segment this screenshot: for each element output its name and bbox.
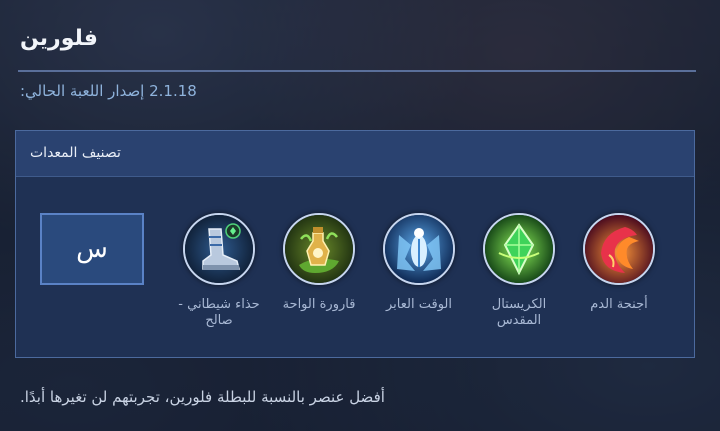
equipment-panel-header: تصنيف المعدات [16, 131, 694, 177]
panel-title-container: تصنيف المعدات [30, 145, 121, 161]
equipment-item-label: أجنحة الدم [590, 297, 648, 312]
oasis-vial-icon [283, 213, 355, 285]
game-version-text: 2.1.18 إصدار اللعبة الحالي: [20, 82, 197, 100]
equipment-item-blood-wings[interactable]: أجنحة الدم [574, 213, 664, 313]
equipment-item-oasis-vial[interactable]: قارورة الواحة [274, 213, 364, 313]
blood-wings-icon [583, 213, 655, 285]
equipment-item-fleeting-time[interactable]: الوقت العابر [374, 213, 464, 313]
fleeting-time-icon [383, 213, 455, 285]
hero-build-description: أفضل عنصر بالنسبة للبطلة فلورين، تجربتهم… [20, 388, 385, 406]
title-divider [18, 70, 696, 72]
equipment-panel-title: تصنيف المعدات [30, 145, 121, 161]
page-title-container: فلورين [20, 26, 98, 51]
holy-crystal-icon [483, 213, 555, 285]
equipment-item-holy-crystal[interactable]: الكريستال المقدس [474, 213, 564, 329]
page-title: فلورين [20, 26, 98, 51]
equipment-item-label: الكريستال المقدس [491, 297, 547, 328]
build-slot-button[interactable]: س [40, 213, 144, 285]
equipment-panel: تصنيف المعدات س حذاء شيطاني - صالح قارور… [15, 130, 695, 358]
equipment-item-demon-shoes[interactable]: حذاء شيطاني - صالح [174, 213, 264, 329]
demon-shoes-icon [183, 213, 255, 285]
equipment-item-label: قارورة الواحة [282, 297, 356, 312]
equipment-item-label: حذاء شيطاني - صالح [178, 297, 260, 328]
equipment-item-label: الوقت العابر [386, 297, 452, 312]
